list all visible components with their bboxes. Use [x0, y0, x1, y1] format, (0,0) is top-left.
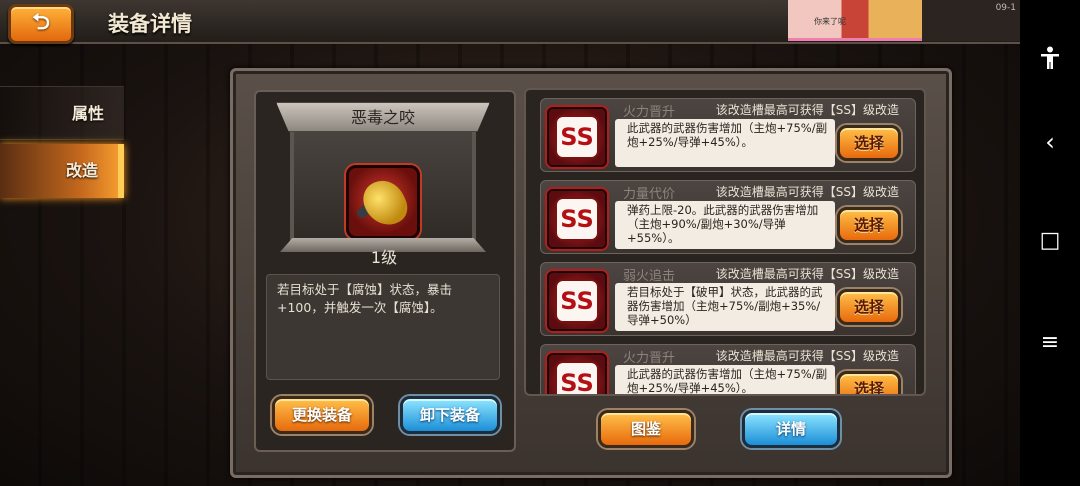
- clock-text: 09-1: [995, 3, 1016, 13]
- slot-item: SS 火力晋升 该改造槽最高可获得【SS】级改造 此武器的武器伤害增加（主炮+7…: [540, 344, 916, 394]
- slot-name: 弱火追击: [623, 269, 676, 284]
- slot-hint: 该改造槽最高可获得【SS】级改造: [715, 267, 899, 281]
- system-navigation-bar: ‹ □ ≡: [1020, 0, 1080, 486]
- ss-badge-icon: SS: [547, 189, 607, 249]
- equipment-level: 1级: [370, 248, 398, 267]
- replace-equipment-button[interactable]: 更换装备: [272, 396, 372, 434]
- video-caption: 你来了呢: [814, 17, 846, 26]
- details-button[interactable]: 详情: [742, 410, 840, 448]
- unequip-button[interactable]: 卸下装备: [400, 396, 500, 434]
- ss-badge-icon: SS: [547, 271, 607, 331]
- video-overlay-side: 09-1: [922, 0, 1020, 41]
- back-nav-icon[interactable]: ‹: [1020, 128, 1080, 156]
- slot-hint: 该改造槽最高可获得【SS】级改造: [715, 349, 899, 363]
- home-nav-icon[interactable]: □: [1020, 228, 1080, 253]
- codex-button[interactable]: 图鉴: [598, 410, 694, 448]
- ss-badge-icon: SS: [547, 107, 607, 167]
- select-button[interactable]: 选择: [837, 125, 901, 161]
- side-tabs: 属性 改造: [0, 86, 126, 202]
- video-overlay-thumbnail[interactable]: 你来了呢: [788, 0, 922, 41]
- slot-hint: 该改造槽最高可获得【SS】级改造: [715, 103, 899, 117]
- top-bar: ⮌ 装备详情 你来了呢 09-1: [0, 0, 1020, 44]
- claw-shape: [357, 173, 413, 233]
- equipment-name: 恶毒之咬: [276, 102, 490, 132]
- modification-slot-list[interactable]: SS 火力晋升 该改造槽最高可获得【SS】级改造 此武器的武器伤害增加（主炮+7…: [524, 88, 926, 396]
- slot-description: 弹药上限-20。此武器的武器伤害增加（主炮+90%/副炮+30%/导弹+55%）…: [615, 201, 835, 249]
- ss-badge-icon: SS: [547, 353, 607, 394]
- slot-hint: 该改造槽最高可获得【SS】级改造: [715, 185, 899, 199]
- select-button[interactable]: 选择: [837, 371, 901, 394]
- slot-description: 此武器的武器伤害增加（主炮+75%/副炮+25%/导弹+45%）。: [615, 119, 835, 167]
- slot-name: 火力晋升: [623, 351, 676, 366]
- slot-description: 此武器的武器伤害增加（主炮+75%/副炮+25%/导弹+45%）。: [615, 365, 835, 394]
- recents-nav-icon[interactable]: ≡: [1020, 330, 1080, 355]
- slot-item: SS 弱火追击 该改造槽最高可获得【SS】级改造 若目标处于【破甲】状态，此武器…: [540, 262, 916, 336]
- tab-attributes[interactable]: 属性: [0, 86, 124, 140]
- slot-description: 若目标处于【破甲】状态，此武器的武器伤害增加（主炮+75%/副炮+35%/导弹+…: [615, 283, 835, 331]
- slot-name: 力量代价: [623, 187, 676, 202]
- accessibility-icon[interactable]: [1020, 46, 1080, 74]
- select-button[interactable]: 选择: [837, 207, 901, 243]
- select-button[interactable]: 选择: [837, 289, 901, 325]
- back-arrow-icon: ⮌: [32, 10, 50, 35]
- tab-modification[interactable]: 改造: [0, 144, 124, 198]
- slot-item: SS 火力晋升 该改造槽最高可获得【SS】级改造 此武器的武器伤害增加（主炮+7…: [540, 98, 916, 172]
- page-title: 装备详情: [108, 12, 192, 36]
- back-button[interactable]: ⮌: [8, 4, 74, 44]
- slot-item: SS 力量代价 该改造槽最高可获得【SS】级改造 弹药上限-20。此武器的武器伤…: [540, 180, 916, 254]
- equipment-description: 若目标处于【腐蚀】状态，暴击+100，并触发一次【腐蚀】。: [266, 274, 500, 380]
- slot-name: 火力晋升: [623, 105, 676, 120]
- equipment-claw-icon: [346, 165, 420, 239]
